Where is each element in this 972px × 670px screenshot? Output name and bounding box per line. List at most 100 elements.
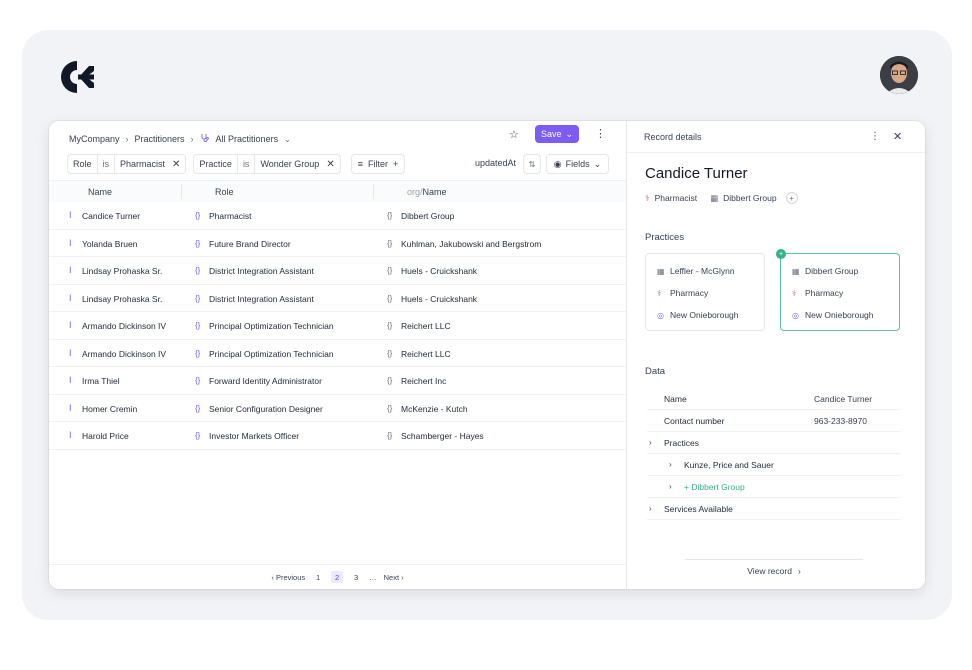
add-tag-button[interactable]: + <box>785 192 798 204</box>
braces-icon: {} <box>195 266 201 275</box>
page-1-button[interactable]: 1 <box>312 571 324 583</box>
org-tag[interactable]: Dibbert Group <box>723 193 776 203</box>
star-icon[interactable]: ☆ <box>509 128 519 141</box>
table-row[interactable]: I Harold Price {} Investor Markets Offic… <box>49 422 626 450</box>
add-filter-button[interactable]: ≡ Filter + <box>350 154 406 174</box>
page-2-button[interactable]: 2 <box>331 571 344 583</box>
table-row[interactable]: I Yolanda Bruen {} Future Brand Director… <box>49 230 626 257</box>
practice-type: Pharmacy <box>805 288 844 298</box>
chevron-right-icon[interactable]: › <box>649 438 652 447</box>
filter-field: Practice <box>199 159 232 169</box>
filter-chip-role[interactable]: Role is Pharmacist ✕ <box>67 154 187 174</box>
more-options-icon[interactable]: ⋮ <box>595 127 606 140</box>
filter-chip-practice[interactable]: Practice is Wonder Group ✕ <box>193 154 341 174</box>
table-row[interactable]: I Irma Thiel {} Forward Identity Adminis… <box>49 367 626 395</box>
previous-page-label: Previous <box>275 572 306 582</box>
braces-icon: {} <box>195 238 201 248</box>
sort-direction-icon[interactable]: ⇅ <box>523 154 541 174</box>
column-header-org-prefix: org/ <box>407 187 423 197</box>
building-icon: ▦ <box>792 267 800 276</box>
data-row-practice-item[interactable]: › Kunze, Price and Sauer <box>647 454 901 476</box>
braces-icon: {} <box>387 238 393 248</box>
cell-org: McKenzie - Kutch <box>401 403 468 414</box>
text-cursor-icon: I <box>69 430 72 440</box>
practice-card[interactable]: ▦ Leffler - McGlynn ⚕ Pharmacy ◎ New Oniebo… <box>645 253 765 331</box>
cell-role: Forward Identity Administrator <box>209 376 322 386</box>
data-key-added: + Dibbert Group <box>684 482 745 492</box>
filter-button-label: Filter <box>367 159 388 169</box>
data-row-contact: Contact number 963-233-8970 <box>647 410 901 432</box>
cell-name: Armando Dickinson IV <box>82 321 167 331</box>
table-header: Name Role org/Name <box>49 180 626 202</box>
practice-org: Dibbert Group <box>805 266 859 276</box>
next-page-button[interactable]: Next › <box>384 573 404 582</box>
stethoscope-icon <box>200 133 210 146</box>
breadcrumb-section[interactable]: Practitioners <box>135 134 185 144</box>
column-header-name[interactable]: Name <box>88 187 112 197</box>
text-cursor-icon: I <box>69 402 72 413</box>
braces-icon: {} <box>195 321 201 330</box>
chevron-right-icon: › <box>190 134 194 144</box>
braces-icon: {} <box>195 376 201 385</box>
column-divider[interactable] <box>373 184 374 199</box>
data-row-name: Name Candice Turner <box>647 388 901 410</box>
table-row[interactable]: I Lindsay Prohaska Sr. {} District Integ… <box>49 257 626 285</box>
text-cursor-icon: I <box>69 375 72 385</box>
chevron-down-icon[interactable]: ⌄ <box>284 135 291 144</box>
data-key: Kunze, Price and Sauer <box>684 460 774 470</box>
page-3-button[interactable]: 3 <box>350 571 362 583</box>
building-icon: ▦ <box>710 192 719 203</box>
braces-icon: {} <box>195 211 201 220</box>
close-icon[interactable]: ✕ <box>170 155 185 173</box>
chevron-right-icon[interactable]: › <box>649 504 652 513</box>
chevron-right-icon[interactable]: › <box>669 460 672 469</box>
cell-org: Dibbert Group <box>401 211 455 221</box>
previous-page-button[interactable]: ‹ Previous <box>271 573 305 582</box>
cell-name: Irma Thiel <box>82 376 120 386</box>
panel-title: Record details <box>644 132 702 142</box>
view-selector[interactable]: All Practitioners <box>216 134 279 144</box>
braces-icon: {} <box>387 293 393 303</box>
filter-icon: ≡ <box>357 159 363 169</box>
braces-icon: {} <box>195 293 201 303</box>
practice-card-selected[interactable]: + ▦ Dibbert Group ⚕ Pharmacy ◎ New Onieboro… <box>776 249 900 331</box>
data-row-services[interactable]: › Services Available <box>647 498 901 520</box>
eye-icon: ◉ <box>553 158 562 169</box>
table-row[interactable]: I Armando Dickinson IV {} Principal Opti… <box>49 312 626 340</box>
cell-role: Senior Configuration Designer <box>209 403 323 414</box>
text-cursor-icon: I <box>69 347 72 358</box>
column-header-org[interactable]: org/Name <box>407 187 447 197</box>
data-row-practices[interactable]: › Practices <box>647 432 901 454</box>
data-value: Candice Turner <box>814 394 873 404</box>
breadcrumb-company[interactable]: MyCompany <box>69 134 120 144</box>
data-key: Contact number <box>664 416 725 426</box>
table-row[interactable]: I Candice Turner {} Pharmacist {} Dibber… <box>49 202 626 230</box>
column-divider[interactable] <box>181 184 182 199</box>
company-logo <box>61 61 94 93</box>
save-button[interactable]: Save ⌄ <box>535 125 579 143</box>
cell-role: District Integration Assistant <box>209 293 314 304</box>
chevron-right-icon: › <box>797 565 801 576</box>
table-row[interactable]: I Armando Dickinson IV {} Principal Opti… <box>49 340 626 367</box>
practice-type: Pharmacy <box>670 288 709 298</box>
cell-name: Armando Dickinson IV <box>82 348 167 359</box>
fields-button[interactable]: ◉ Fields ⌄ <box>546 154 609 174</box>
sort-field-label[interactable]: updatedAt <box>475 158 516 168</box>
practice-org: Leffler - McGlynn <box>670 266 735 276</box>
filter-operator: is <box>236 155 256 173</box>
more-options-icon[interactable]: ⋮ <box>870 131 880 142</box>
close-icon[interactable]: ✕ <box>324 155 339 173</box>
braces-icon: {} <box>195 348 201 358</box>
close-icon[interactable]: ✕ <box>893 130 902 143</box>
data-row-practice-item[interactable]: › + Dibbert Group <box>647 476 901 498</box>
user-avatar[interactable] <box>880 56 918 94</box>
cell-org: Reichert LLC <box>401 321 451 331</box>
cell-org: Reichert Inc <box>401 376 447 386</box>
table-row[interactable]: I Homer Cremin {} Senior Configuration D… <box>49 395 626 422</box>
view-record-button[interactable]: View record › <box>685 559 863 581</box>
table-row[interactable]: I Lindsay Prohaska Sr. {} District Integ… <box>49 285 626 312</box>
braces-icon: {} <box>195 431 201 440</box>
chevron-right-icon[interactable]: › <box>669 482 672 491</box>
column-header-role[interactable]: Role <box>215 187 234 197</box>
role-tag[interactable]: Pharmacist <box>655 193 698 203</box>
